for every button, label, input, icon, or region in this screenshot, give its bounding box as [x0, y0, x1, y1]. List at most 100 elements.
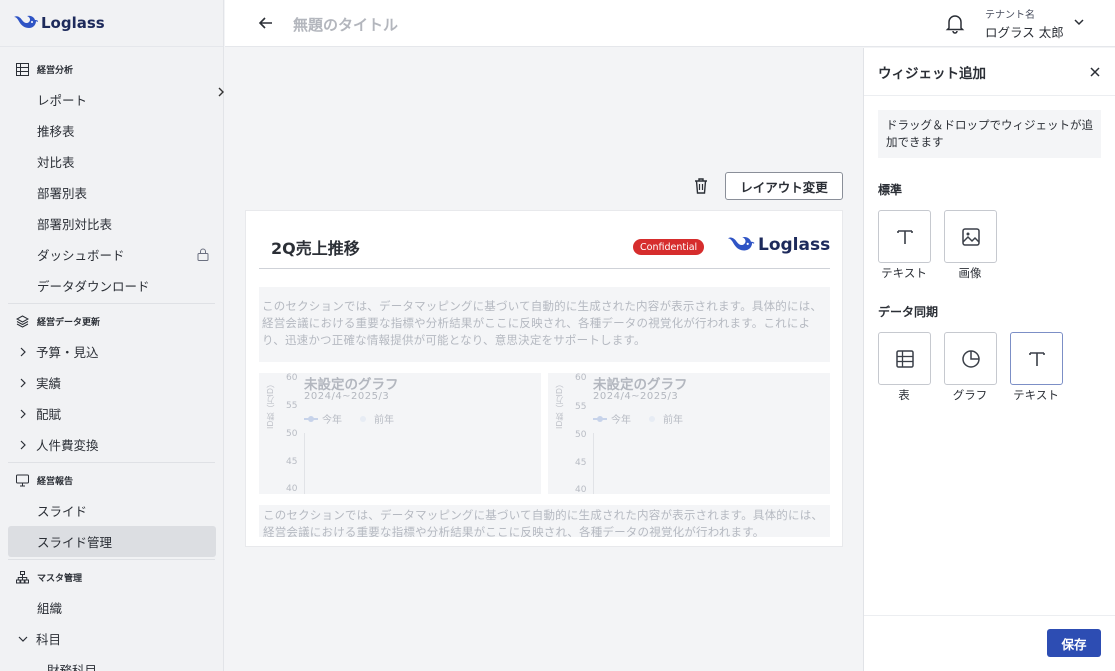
section-title: 経営データ更新 — [37, 317, 101, 328]
chevron-right-icon — [218, 87, 224, 97]
chart-legend: 今年 前年 — [593, 411, 683, 426]
chart-period: 2024/4~2025/3 — [304, 391, 390, 402]
page-title[interactable]: 無題のタイトル — [293, 14, 398, 35]
sidebar-item-label: 実績 — [36, 376, 62, 391]
sidebar-item-label: 科目 — [36, 632, 62, 647]
panel-title: ウィジェット追加 — [864, 48, 1115, 96]
slide-preview[interactable]: 2Q売上推移 Confidential Loglass このセクションでは、デー… — [245, 210, 843, 547]
sidebar-item-label: ダッシュボード — [37, 248, 125, 263]
sidebar-item-label: 人件費変換 — [36, 438, 99, 453]
group-label-standard: 標準 — [878, 183, 903, 197]
sidebar-item-dept-table[interactable]: 部署別表 — [0, 177, 223, 208]
widget-card-table[interactable] — [878, 332, 931, 385]
y-tick-label: 45 — [286, 457, 298, 467]
widget-card-sync-text[interactable] — [1010, 332, 1063, 385]
widget-card-text[interactable] — [878, 210, 931, 263]
widget-label: 画像 — [958, 266, 982, 280]
y-tick-label: 45 — [575, 458, 587, 468]
chart-title: 未設定のグラフ — [593, 377, 688, 393]
chevron-right-icon — [20, 347, 26, 356]
brand-logo[interactable]: Loglass — [0, 0, 223, 47]
whale-logo-icon — [727, 237, 755, 251]
sidebar-item-financial-accounts[interactable]: 財務科目 — [0, 654, 223, 671]
sidebar-item-budget[interactable]: 予算・見込 — [0, 336, 223, 367]
org-icon — [16, 570, 29, 583]
bell-icon[interactable] — [944, 12, 966, 34]
chevron-right-icon — [20, 378, 26, 387]
text-widget[interactable]: このセクションでは、データマッピングに基づいて自動的に生成された内容が表示されま… — [259, 505, 830, 537]
text-icon — [896, 229, 913, 244]
chart-widget[interactable]: ID数（万ID） 未設定のグラフ 2024/4~2025/3 60 55 50 … — [259, 373, 541, 494]
legend-swatch — [304, 415, 318, 422]
legend-item: 前年 — [645, 411, 683, 426]
sidebar-item-actuals[interactable]: 実績 — [0, 367, 223, 398]
chevron-right-icon — [20, 409, 26, 418]
sidebar-item-label: スライド — [37, 504, 88, 519]
back-arrow-icon[interactable] — [257, 14, 275, 32]
sidebar-item-allocation[interactable]: 配賦 — [0, 398, 223, 429]
sidebar-item-accounts[interactable]: 科目 — [0, 623, 223, 654]
chart-widget[interactable]: ID数（万ID） 未設定のグラフ 2024/4~2025/3 60 55 50 … — [548, 373, 830, 494]
sidebar-item-label: 対比表 — [37, 155, 75, 170]
sidebar-item-label: 部署別対比表 — [37, 217, 113, 232]
top-header: 無題のタイトル テナント名 ログラス 太郎 — [225, 0, 1115, 47]
widget-label: テキスト — [1013, 388, 1059, 402]
chevron-down-icon — [18, 636, 28, 642]
widget-card-graph[interactable] — [944, 332, 997, 385]
legend-label: 今年 — [322, 415, 342, 426]
legend-label: 前年 — [663, 415, 683, 426]
section-header-analysis: 経営分析 — [0, 54, 223, 84]
chart-ylabel: ID数（万ID） — [555, 379, 564, 429]
image-icon — [961, 227, 980, 246]
trash-icon[interactable] — [693, 177, 709, 195]
section-title: マスタ管理 — [37, 573, 83, 584]
text-widget[interactable]: このセクションでは、データマッピングに基づいて自動的に生成された内容が表示されま… — [259, 287, 830, 362]
legend-label: 今年 — [611, 415, 631, 426]
close-icon[interactable] — [1089, 66, 1101, 78]
sidebar-item-dept-comparison[interactable]: 部署別対比表 — [0, 208, 223, 239]
widget-label: グラフ — [952, 388, 988, 402]
whale-logo-icon — [14, 15, 38, 28]
sidebar-item-label: レポート — [37, 93, 88, 108]
y-tick-label: 40 — [575, 485, 587, 494]
sidebar-item-organization[interactable]: 組織 — [0, 592, 223, 623]
sidebar-item-label: 財務科目 — [47, 663, 98, 671]
section-title: 経営報告 — [37, 476, 74, 487]
monitor-icon — [16, 474, 29, 486]
sidebar-item-label: 部署別表 — [37, 186, 88, 201]
tenant-name: テナント名 — [985, 10, 1035, 21]
sidebar-item-comparison[interactable]: 対比表 — [0, 146, 223, 177]
layout-change-button[interactable]: レイアウト変更 — [725, 172, 843, 200]
brand-name: Loglass — [41, 14, 105, 32]
save-button[interactable]: 保存 — [1047, 629, 1101, 657]
panel-footer-divider — [864, 615, 1115, 616]
y-tick-label: 60 — [575, 373, 587, 383]
sidebar: Loglass 経営分析 レポート 推移表 対比表 部署別表 部署別対比表 ダッ… — [0, 0, 224, 671]
sidebar-item-data-download[interactable]: データダウンロード — [0, 270, 223, 301]
legend-swatch — [645, 415, 659, 422]
y-tick-label: 55 — [286, 401, 298, 411]
divider — [8, 303, 215, 304]
sidebar-item-label: データダウンロード — [37, 279, 150, 294]
widget-panel: ウィジェット追加 ドラッグ＆ドロップでウィジェットが追加できます 標準 テキスト… — [863, 48, 1115, 671]
user-name[interactable]: ログラス 太郎 — [985, 22, 1064, 41]
sidebar-item-slide-management[interactable]: スライド管理 — [8, 526, 216, 557]
chart-legend: 今年 前年 — [304, 411, 394, 426]
chevron-down-icon[interactable] — [1073, 16, 1085, 28]
widget-card-image[interactable] — [944, 210, 997, 263]
sidebar-item-report[interactable]: レポート — [0, 84, 223, 115]
sidebar-item-label: 推移表 — [37, 124, 75, 139]
sidebar-item-slide[interactable]: スライド — [0, 495, 223, 526]
sidebar-item-label: 予算・見込 — [36, 345, 99, 360]
confidential-badge: Confidential — [633, 239, 705, 255]
y-tick-label: 50 — [286, 429, 298, 439]
sidebar-item-dashboard[interactable]: ダッシュボード — [0, 239, 223, 270]
sidebar-item-label: 配賦 — [36, 407, 62, 422]
sidebar-item-personnel[interactable]: 人件費変換 — [0, 429, 223, 460]
divider — [8, 559, 215, 560]
sidebar-item-transition[interactable]: 推移表 — [0, 115, 223, 146]
chevron-right-icon — [20, 440, 26, 449]
slide-logo: Loglass — [725, 234, 830, 256]
slide-title[interactable]: 2Q売上推移 — [271, 235, 360, 259]
panel-hint: ドラッグ＆ドロップでウィジェットが追加できます — [878, 110, 1101, 158]
